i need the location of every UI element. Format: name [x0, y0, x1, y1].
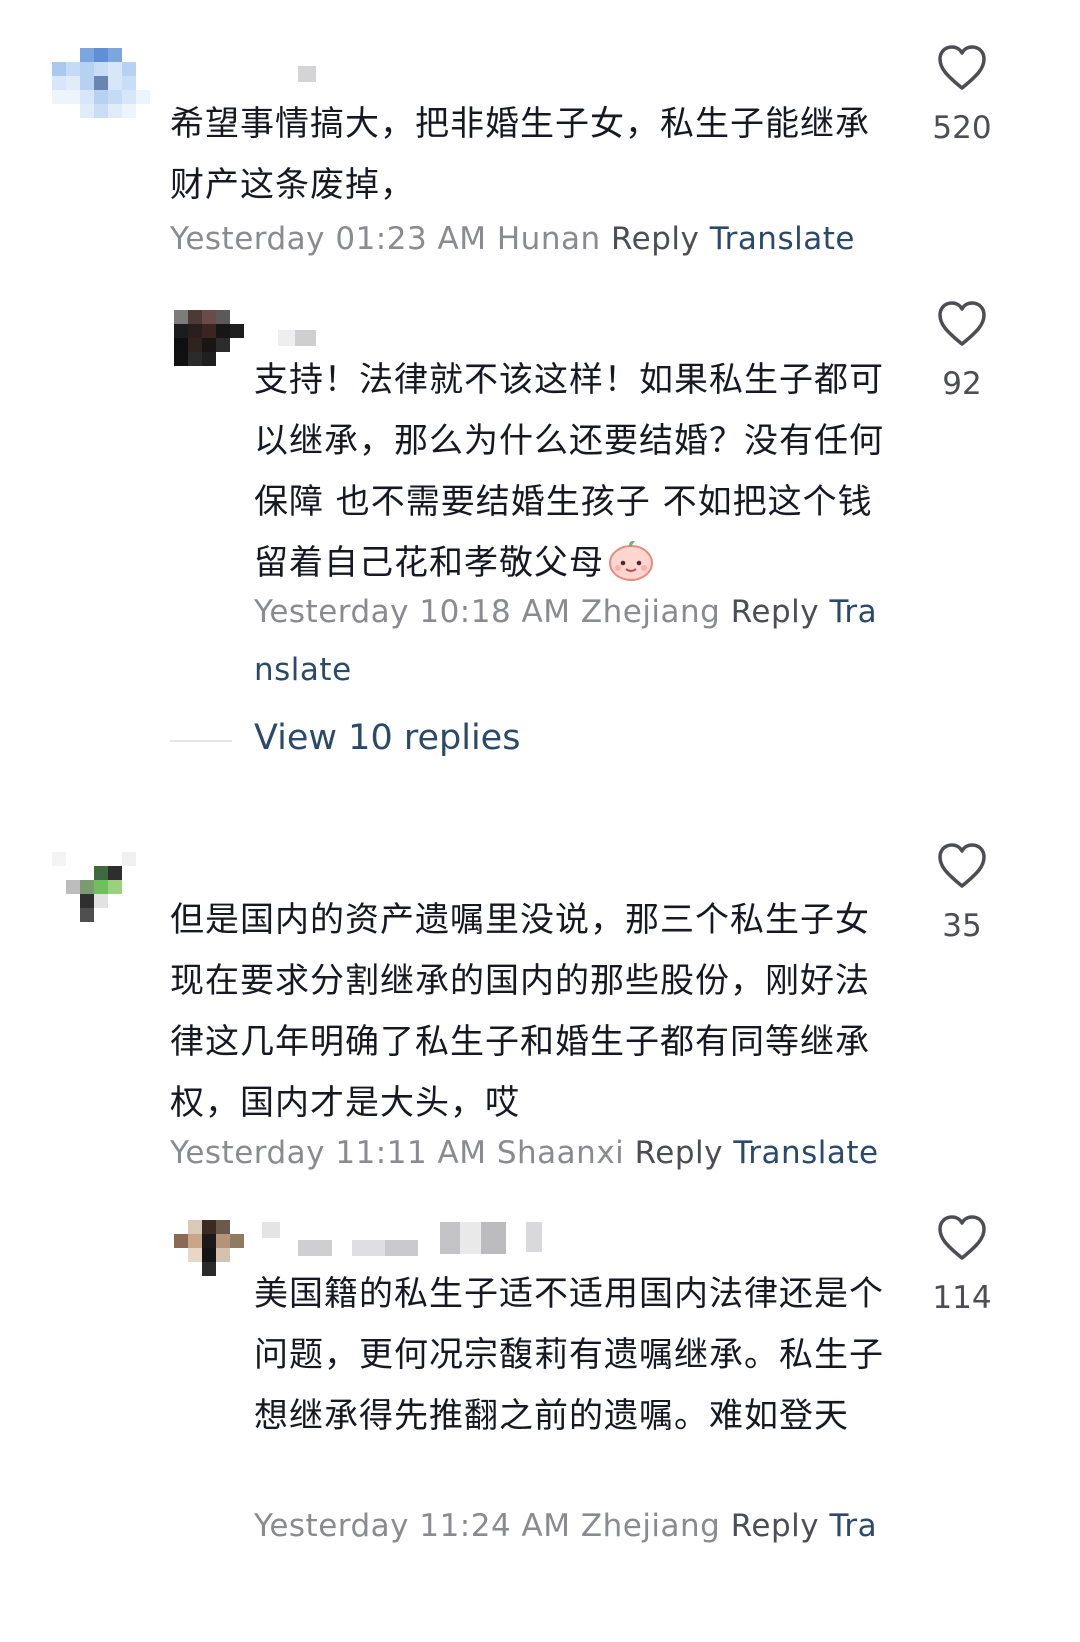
- avatar[interactable]: [52, 48, 150, 118]
- replies-divider: [170, 740, 232, 742]
- view-replies-button[interactable]: View 10 replies: [254, 718, 520, 758]
- comment-time: Yesterday 10:18 AM: [254, 594, 571, 630]
- comment-location: Zhejiang: [580, 594, 721, 630]
- comment-text: 希望事情搞大，把非婚生子女，私生子能继承财产这条废掉，: [170, 104, 870, 205]
- avatar[interactable]: [52, 852, 136, 922]
- username-blurred[interactable]: [278, 330, 316, 346]
- comment-text: 支持！法律就不该这样！如果私生子都可以继承，那么为什么还要结婚？没有任何保障 也…: [254, 360, 884, 583]
- reply-button[interactable]: Reply: [635, 1135, 723, 1171]
- like-count: 35: [942, 908, 982, 944]
- like-button[interactable]: 92: [917, 300, 1007, 402]
- smiling-face-emoji-icon: [609, 541, 653, 581]
- reply-button[interactable]: Reply: [731, 1508, 819, 1544]
- avatar[interactable]: [174, 1220, 244, 1276]
- heart-outline-icon: [938, 301, 986, 346]
- username-blurred[interactable]: [440, 1222, 506, 1254]
- username-blurred[interactable]: [352, 1240, 418, 1256]
- comment-meta: Yesterday 10:18 AM Zhejiang Reply Transl…: [254, 583, 894, 699]
- comment-time: Yesterday 01:23 AM: [170, 221, 487, 257]
- comment-time: Yesterday 11:11 AM: [170, 1135, 487, 1171]
- username-blurred[interactable]: [298, 1240, 332, 1256]
- reply-button[interactable]: Reply: [731, 594, 819, 630]
- comment-text: 美国籍的私生子适不适用国内法律还是个问题，更何况宗馥莉有遗嘱继承。私生子想继承得…: [254, 1274, 884, 1436]
- like-button[interactable]: 35: [917, 842, 1007, 944]
- heart-outline-icon: [938, 45, 986, 90]
- comment-text: 但是国内的资产遗嘱里没说，那三个私生子女现在要求分割继承的国内的那些股份，刚好法…: [170, 900, 870, 1123]
- comment-meta: Yesterday 01:23 AM Hunan Reply Translate: [170, 210, 855, 268]
- reply-button[interactable]: Reply: [611, 221, 699, 257]
- comment-location: Shaanxi: [496, 1135, 625, 1171]
- like-count: 92: [942, 366, 982, 402]
- translate-button[interactable]: Translate: [733, 1135, 878, 1171]
- comment-location: Hunan: [496, 221, 601, 257]
- username-blurred[interactable]: [526, 1222, 542, 1252]
- comment-time: Yesterday 11:24 AM: [254, 1508, 571, 1544]
- comment-meta: Yesterday 11:11 AM Shaanxi Reply Transla…: [170, 1124, 879, 1182]
- comment-meta: Yesterday 11:24 AM Zhejiang Reply Transl…: [254, 1497, 894, 1555]
- translate-button[interactable]: Translate: [710, 221, 855, 257]
- avatar[interactable]: [174, 310, 244, 366]
- username-blurred[interactable]: [298, 66, 316, 82]
- heart-outline-icon: [938, 1215, 986, 1260]
- like-count: 520: [932, 110, 992, 146]
- comment-location: Zhejiang: [580, 1508, 721, 1544]
- heart-outline-icon: [938, 843, 986, 888]
- username-blurred[interactable]: [262, 1222, 280, 1238]
- like-button[interactable]: 114: [917, 1214, 1007, 1316]
- like-button[interactable]: 520: [917, 44, 1007, 146]
- like-count: 114: [932, 1280, 992, 1316]
